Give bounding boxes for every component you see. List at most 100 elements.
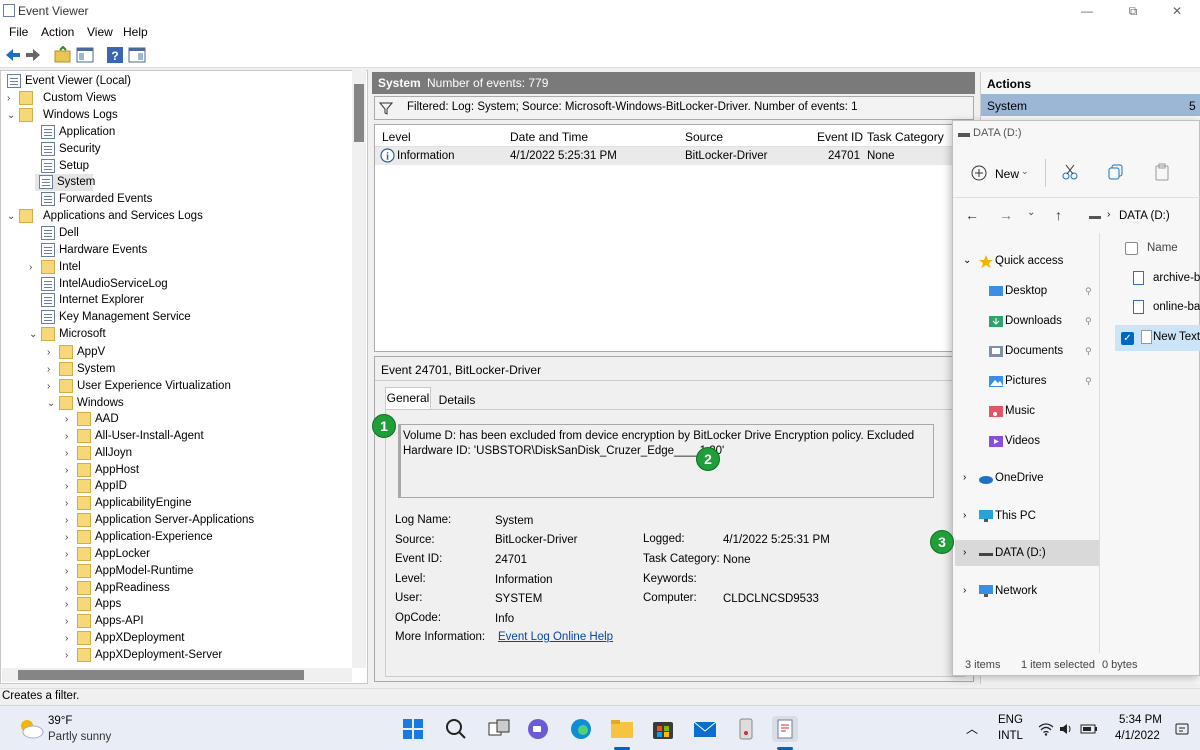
- column-event-id[interactable]: Event ID: [817, 130, 863, 144]
- show-hide-tree-icon[interactable]: [76, 46, 94, 64]
- clock-date[interactable]: 4/1/2022: [1115, 730, 1160, 742]
- pin-icon[interactable]: ⚲: [1085, 279, 1092, 303]
- forward-icon[interactable]: →: [999, 207, 1013, 223]
- tab-general[interactable]: General: [385, 387, 431, 409]
- show-hidden-icons-chevron-icon[interactable]: ︿: [966, 720, 978, 737]
- chevron-right-icon[interactable]: ›: [47, 378, 57, 395]
- new-button[interactable]: New ⌄: [971, 163, 1043, 185]
- column-level[interactable]: Level: [382, 130, 411, 144]
- chevron-right-icon[interactable]: ›: [65, 630, 75, 647]
- menu-view[interactable]: View: [87, 25, 113, 39]
- nav-item-pictures[interactable]: Pictures ⚲: [957, 369, 1097, 393]
- minimize-button[interactable]: —: [1064, 0, 1110, 22]
- scrollbar-thumb[interactable]: [354, 84, 364, 142]
- language-primary[interactable]: ENG: [998, 714, 1023, 726]
- scrollbar-thumb[interactable]: [18, 670, 304, 680]
- nav-item-onedrive[interactable]: › OneDrive: [957, 466, 1097, 490]
- close-button[interactable]: ✕: [1154, 0, 1200, 22]
- recent-locations-icon[interactable]: ⌄: [1027, 207, 1035, 218]
- up-arrow-icon[interactable]: ↑: [1055, 207, 1062, 223]
- column-name[interactable]: Name: [1147, 242, 1178, 254]
- list-item[interactable]: online-ba: [1129, 298, 1200, 320]
- file-explorer-icon[interactable]: [609, 716, 635, 742]
- chevron-right-icon[interactable]: ›: [65, 462, 75, 479]
- show-action-pane-icon[interactable]: [128, 46, 146, 64]
- chevron-right-icon[interactable]: ›: [65, 478, 75, 495]
- notification-icon[interactable]: [1175, 723, 1191, 737]
- clock-time[interactable]: 5:34 PM: [1119, 714, 1162, 726]
- wifi-icon[interactable]: [1038, 722, 1054, 736]
- chevron-right-icon[interactable]: ›: [963, 466, 966, 490]
- chevron-right-icon[interactable]: ›: [7, 90, 17, 107]
- chevron-down-icon[interactable]: ⌄: [7, 208, 17, 225]
- event-log-online-help-link[interactable]: Event Log Online Help: [498, 631, 613, 643]
- pin-icon[interactable]: ⚲: [1085, 369, 1092, 393]
- up-folder-icon[interactable]: [54, 46, 72, 64]
- battery-icon[interactable]: [1080, 722, 1098, 736]
- nav-item-network[interactable]: › Network: [957, 579, 1097, 603]
- forward-arrow-icon[interactable]: [24, 46, 42, 64]
- nav-item-downloads[interactable]: Downloads ⚲: [957, 309, 1097, 333]
- copy-icon[interactable]: [1107, 163, 1125, 181]
- chevron-right-icon[interactable]: ›: [65, 596, 75, 613]
- chevron-right-icon[interactable]: ›: [65, 495, 75, 512]
- address-bar[interactable]: › DATA (D:): [1083, 205, 1200, 229]
- chevron-right-icon[interactable]: ›: [963, 504, 966, 528]
- chevron-down-icon[interactable]: ⌄: [47, 395, 57, 412]
- nav-item-quick-access[interactable]: ⌄ Quick access: [957, 249, 1097, 273]
- chevron-right-icon[interactable]: ›: [47, 361, 57, 378]
- chevron-right-icon[interactable]: ›: [65, 512, 75, 529]
- checked-checkbox[interactable]: ✓: [1121, 332, 1134, 345]
- back-arrow-icon[interactable]: [4, 46, 22, 64]
- chevron-right-icon[interactable]: ›: [65, 445, 75, 462]
- event-viewer-taskbar-icon[interactable]: [772, 716, 798, 742]
- column-source[interactable]: Source: [685, 130, 723, 144]
- language-secondary[interactable]: INTL: [998, 730, 1023, 742]
- tree-vertical-scrollbar[interactable]: [352, 70, 366, 668]
- chevron-right-icon[interactable]: ›: [29, 259, 39, 276]
- column-task-category[interactable]: Task Category: [867, 130, 944, 144]
- nav-item-this-pc[interactable]: › This PC: [957, 504, 1097, 528]
- paste-icon[interactable]: [1153, 163, 1171, 181]
- nav-item-documents[interactable]: Documents ⚲: [957, 339, 1097, 363]
- chevron-down-icon[interactable]: ⌄: [7, 107, 17, 124]
- chevron-right-icon[interactable]: ›: [65, 563, 75, 580]
- start-windows-icon[interactable]: [400, 716, 426, 742]
- chevron-right-icon[interactable]: ›: [65, 580, 75, 597]
- store-icon[interactable]: [650, 716, 676, 742]
- list-item[interactable]: archive-ba: [1129, 269, 1200, 291]
- volume-icon[interactable]: [1058, 722, 1074, 736]
- list-item-selected[interactable]: ✓ New Text: [1115, 325, 1200, 351]
- back-icon[interactable]: ←: [965, 207, 979, 223]
- nav-item-videos[interactable]: Videos: [957, 429, 1097, 453]
- chevron-right-icon[interactable]: ›: [65, 411, 75, 428]
- help-icon[interactable]: ?: [106, 46, 124, 64]
- chevron-right-icon[interactable]: ›: [65, 613, 75, 630]
- tree-item-system[interactable]: System: [35, 174, 95, 192]
- cut-icon[interactable]: [1061, 163, 1079, 181]
- pane-divider[interactable]: [1099, 233, 1100, 653]
- actions-selected-log[interactable]: System 5: [981, 94, 1200, 116]
- search-icon[interactable]: [443, 716, 469, 742]
- nav-item-desktop[interactable]: Desktop ⚲: [957, 279, 1097, 303]
- chevron-right-icon[interactable]: ›: [963, 541, 966, 565]
- app-icon[interactable]: [733, 716, 759, 742]
- menu-help[interactable]: Help: [123, 25, 148, 39]
- chevron-right-icon[interactable]: ›: [963, 579, 966, 603]
- select-all-checkbox[interactable]: [1125, 242, 1138, 255]
- chat-icon[interactable]: [525, 716, 551, 742]
- chevron-right-icon[interactable]: ›: [65, 647, 75, 664]
- tab-details[interactable]: Details: [437, 391, 477, 409]
- chevron-right-icon[interactable]: ›: [47, 344, 57, 361]
- weather-widget[interactable]: 39°F Partly sunny: [18, 712, 128, 746]
- mail-icon[interactable]: [692, 716, 718, 742]
- pin-icon[interactable]: ⚲: [1085, 309, 1092, 333]
- task-view-icon[interactable]: [486, 716, 512, 742]
- tree-horizontal-scrollbar[interactable]: [2, 668, 352, 682]
- table-row[interactable]: i Information 4/1/2022 5:25:31 PM BitLoc…: [375, 147, 973, 165]
- chevron-right-icon[interactable]: ›: [65, 529, 75, 546]
- edge-browser-icon[interactable]: [568, 716, 594, 742]
- menu-file[interactable]: File: [9, 25, 28, 39]
- nav-item-music[interactable]: Music: [957, 399, 1097, 423]
- chevron-right-icon[interactable]: ›: [65, 428, 75, 445]
